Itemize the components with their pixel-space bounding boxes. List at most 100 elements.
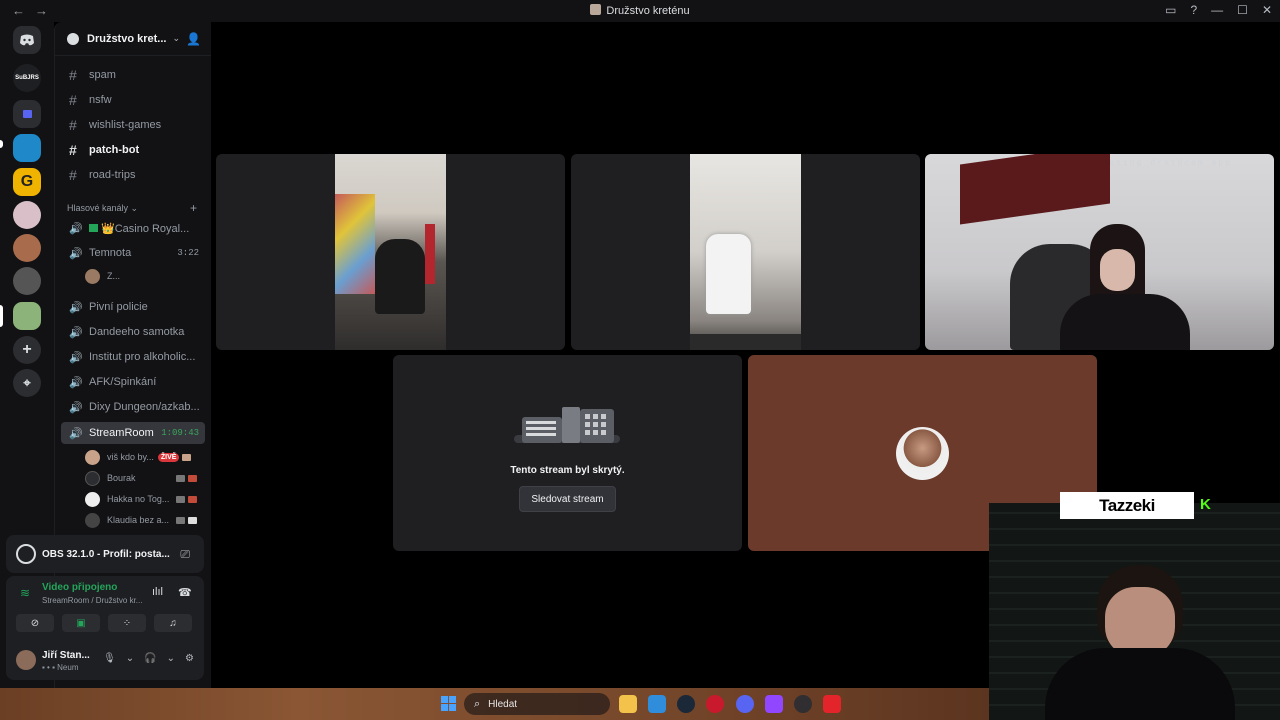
headphones-icon[interactable]: 🎧 <box>144 653 156 664</box>
voice-status[interactable]: Video připojeno <box>42 582 117 593</box>
steam-app-icon[interactable] <box>677 695 695 713</box>
hash-icon: # <box>69 117 77 133</box>
server-g[interactable]: G <box>13 168 41 196</box>
user-name[interactable]: Jiří Stan... <box>42 650 90 661</box>
chevron-down-icon[interactable]: ⌄ <box>126 653 134 664</box>
stream-preview-icon <box>188 474 197 482</box>
voice-location[interactable]: StreamRoom / Družstvo kr... <box>42 596 142 605</box>
voice-category[interactable]: Hlasové kanály ⌄ + <box>67 201 207 215</box>
channel-spam[interactable]: # spam <box>61 64 205 86</box>
server-icon <box>590 4 602 15</box>
store-app-icon[interactable] <box>648 695 666 713</box>
obs-app-icon[interactable] <box>794 695 812 713</box>
stream-member[interactable]: viš kdo by... ŽIVĚ <box>85 448 205 466</box>
invite-icon[interactable]: 👤 <box>186 32 201 46</box>
stream-preview-icon <box>188 495 197 503</box>
discover-icon[interactable]: ⌖ <box>13 369 41 397</box>
voice-channel-institut[interactable]: 🔊 Institut pro alkoholic... <box>61 346 205 368</box>
title-bar: ← → Družstvo kreténu ▭ ? — ☐ ✕ <box>0 0 1280 22</box>
speaker-icon: 🔊 <box>69 376 83 389</box>
speaker-icon: 🔊 <box>69 222 83 235</box>
camera-icon <box>176 516 185 524</box>
discord-app-icon[interactable] <box>736 695 754 713</box>
video-tile[interactable]: using droidcam app <box>925 154 1274 350</box>
server-colorful[interactable] <box>13 302 41 330</box>
avatar[interactable] <box>16 650 36 670</box>
files-app-icon[interactable] <box>619 695 637 713</box>
camera-off-button[interactable]: ⊘ <box>16 614 54 632</box>
chevron-down-icon[interactable]: ⌄ <box>167 653 175 664</box>
voice-channel-casino[interactable]: 🔊 👑Casino Royal... <box>61 217 205 239</box>
soundboard-button[interactable]: ♫ <box>154 614 192 632</box>
taskbar-search[interactable]: ⌕ Hledat <box>464 693 610 715</box>
opera-app-icon[interactable] <box>706 695 724 713</box>
poster-image <box>335 194 375 294</box>
maximize-button[interactable]: ☐ <box>1237 3 1248 17</box>
server-game[interactable] <box>13 267 41 295</box>
avatar <box>896 427 949 480</box>
server-subjrs[interactable]: SuBJRS <box>13 64 41 92</box>
channel-nsfw[interactable]: # nsfw <box>61 89 205 111</box>
droidcam-watermark: using droidcam app <box>1109 158 1232 167</box>
hidden-stream-illustration <box>514 407 620 443</box>
help-icon[interactable]: ? <box>1190 3 1197 17</box>
red-app-icon[interactable] <box>823 695 841 713</box>
share-screen-button[interactable]: ▣ <box>62 614 100 632</box>
add-server-icon[interactable]: + <box>13 336 41 364</box>
obs-activity-panel[interactable]: OBS 32.1.0 - Profil: posta... ⎚ <box>6 535 204 573</box>
user-panel: Jiří Stan... ▪ • ▪ Neum 🎙 ⌄ 🎧 ⌄ ⚙ <box>6 642 204 678</box>
keyboard-image <box>690 334 801 350</box>
hidden-stream-text: Tento stream byl skrytý. <box>510 465 625 476</box>
stream-member[interactable]: Klaudia bez a... <box>85 511 205 529</box>
channel-road-trips[interactable]: # road-trips <box>61 164 205 186</box>
person-body <box>1060 294 1190 350</box>
channel-wishlist-games[interactable]: # wishlist-games <box>61 114 205 136</box>
noise-suppression-icon[interactable]: ılıl <box>152 586 163 598</box>
speaker-icon: 🔊 <box>69 301 83 314</box>
voice-channel-afk[interactable]: 🔊 AFK/Spinkání <box>61 371 205 393</box>
hidden-stream-tile[interactable]: Tento stream byl skrytý. Sledovat stream <box>393 355 742 551</box>
user-status: ▪ • ▪ Neum <box>42 663 79 672</box>
video-feed <box>925 154 1274 350</box>
person-face <box>1100 249 1135 291</box>
gear-icon[interactable]: ⚙ <box>185 653 194 664</box>
voice-channel-streamroom[interactable]: 🔊 StreamRoom 1:09:43 <box>61 422 205 444</box>
server-person[interactable] <box>13 234 41 262</box>
voice-channel-dixy[interactable]: 🔊 Dixy Dungeon/azkab... <box>61 396 205 418</box>
add-channel-icon[interactable]: + <box>190 201 197 215</box>
server-car[interactable] <box>13 134 41 162</box>
voice-channel-dandee[interactable]: 🔊 Dandeeho samotka <box>61 321 205 343</box>
avatar <box>85 512 100 528</box>
window-title: Družstvo kreténu <box>0 4 1280 17</box>
channel-patch-bot[interactable]: # patch-bot <box>61 139 205 161</box>
live-badge: ŽIVĚ <box>157 452 180 462</box>
minimize-button[interactable]: — <box>1211 3 1223 17</box>
hash-icon: # <box>69 92 77 108</box>
close-button[interactable]: ✕ <box>1262 3 1272 17</box>
avatar <box>85 491 100 507</box>
voice-channel-pivni[interactable]: 🔊 Pivní policie <box>61 296 205 318</box>
video-tile[interactable] <box>571 154 920 350</box>
inbox-icon[interactable]: ▭ <box>1165 3 1176 17</box>
voice-member[interactable]: Z... <box>85 267 205 285</box>
signal-icon[interactable]: ≋ <box>20 586 30 600</box>
video-tile[interactable] <box>216 154 565 350</box>
stream-member[interactable]: Bourak <box>85 469 205 487</box>
disconnect-icon[interactable]: ☎ <box>178 586 192 599</box>
twitch-app-icon[interactable] <box>765 695 783 713</box>
activities-button[interactable]: ⁘ <box>108 614 146 632</box>
discord-icon[interactable] <box>13 26 41 54</box>
microphone-icon[interactable]: 🎙 <box>103 653 116 664</box>
start-button[interactable] <box>441 696 456 711</box>
guild-header[interactable]: Družstvo kret... ⌄ 👤 <box>55 22 211 56</box>
selected-pill <box>0 305 3 327</box>
watch-stream-button[interactable]: Sledovat stream <box>519 486 616 512</box>
folder-icon[interactable] <box>13 100 41 128</box>
voice-channel-temnota[interactable]: 🔊 Temnota 3:22 <box>61 242 205 264</box>
stream-preview-icon <box>182 453 192 461</box>
avatar <box>85 470 100 486</box>
server-anime[interactable] <box>13 201 41 229</box>
stream-member[interactable]: Hakka no Tog... <box>85 490 205 508</box>
person-body <box>1045 648 1235 720</box>
screen-share-icon[interactable]: ⎚ <box>180 547 190 562</box>
